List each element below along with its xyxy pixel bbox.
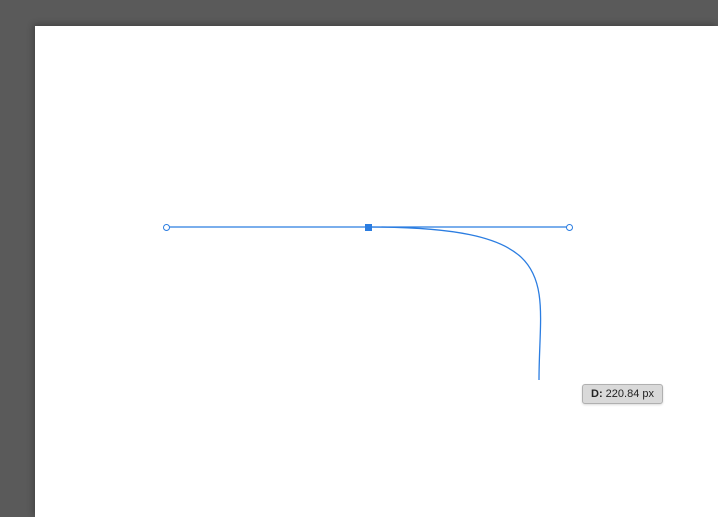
anchor-point[interactable] bbox=[365, 224, 372, 231]
tangent-handle-left[interactable] bbox=[163, 224, 170, 231]
artboard[interactable]: D: 220.84 px bbox=[35, 26, 718, 517]
measurement-tooltip: D: 220.84 px bbox=[582, 384, 663, 404]
tooltip-label: D: bbox=[591, 388, 603, 400]
bezier-curve[interactable] bbox=[368, 227, 541, 380]
path-overlay bbox=[35, 26, 718, 517]
tangent-handle-right[interactable] bbox=[566, 224, 573, 231]
tooltip-value: 220.84 px bbox=[606, 388, 654, 400]
